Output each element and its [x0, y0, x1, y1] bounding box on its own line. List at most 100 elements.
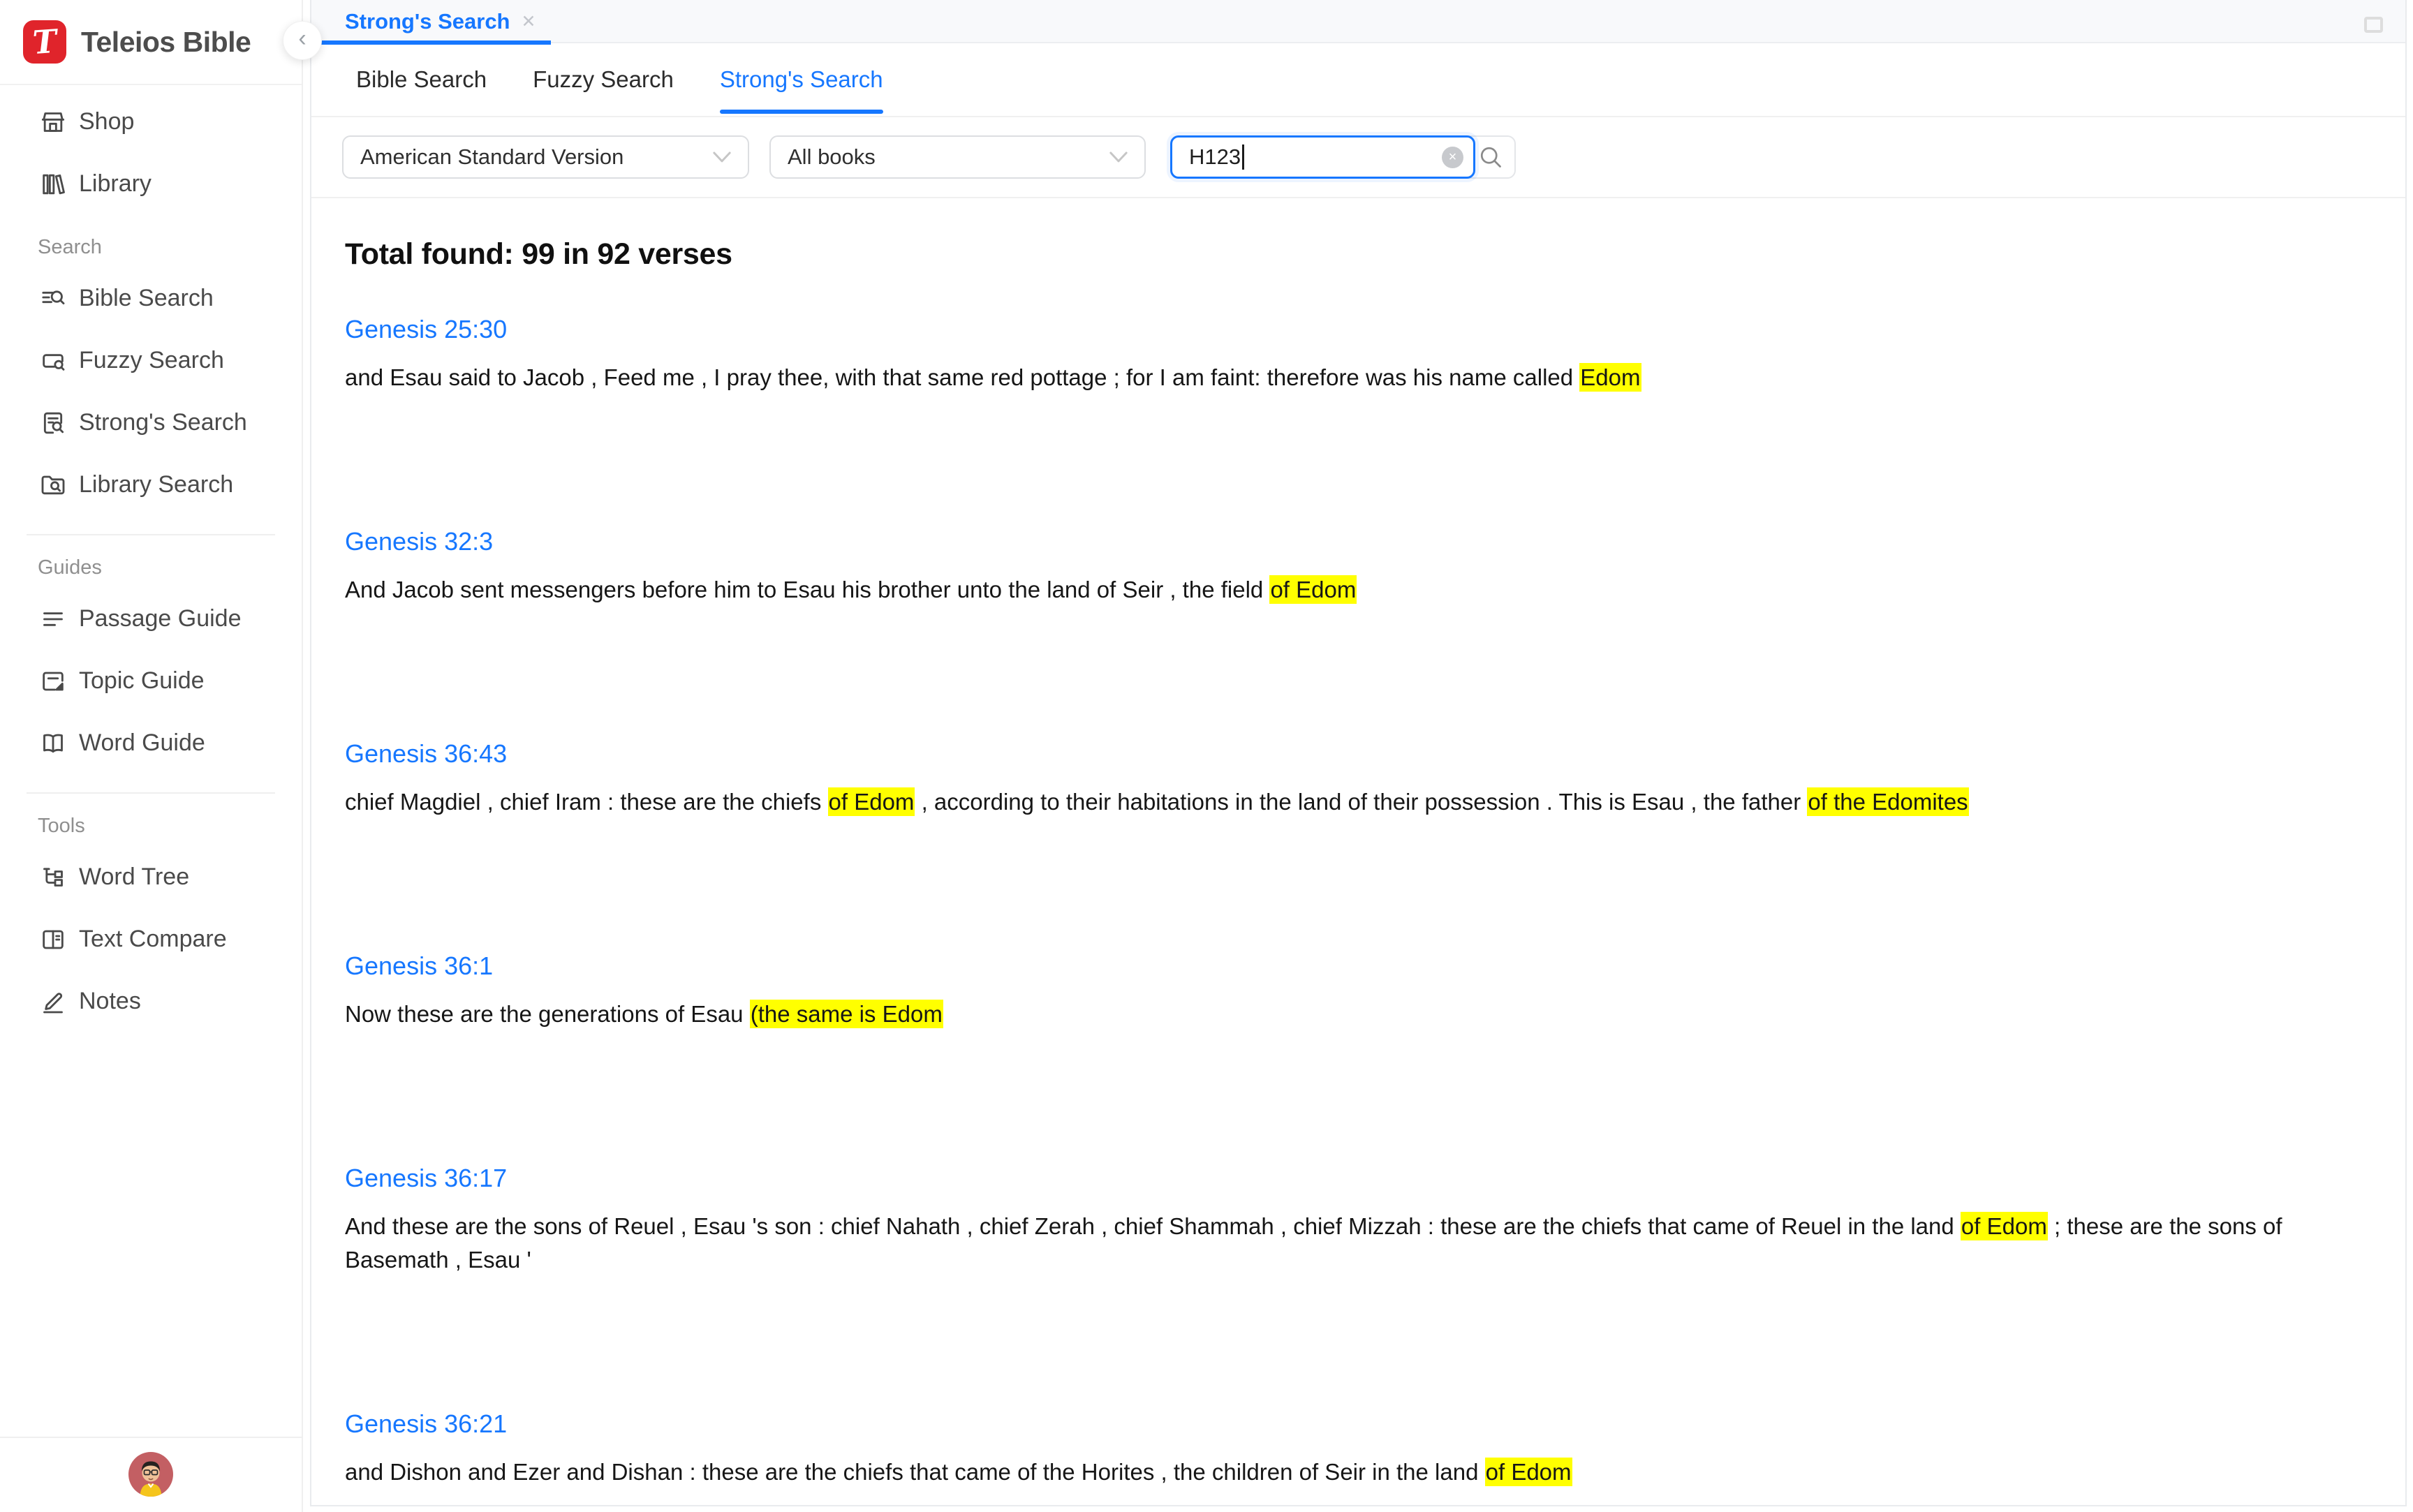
- sidebar-item-passage-guide[interactable]: Passage Guide: [0, 588, 302, 650]
- maximize-icon[interactable]: [2364, 17, 2383, 33]
- sidebar-section-label: Guides: [38, 556, 302, 579]
- chevron-down-icon: [1109, 151, 1128, 163]
- verse-text: and Dishon and Ezer and Dishan : these a…: [345, 1455, 2372, 1489]
- text-caret: [1242, 144, 1244, 170]
- version-select[interactable]: American Standard Version: [342, 135, 749, 179]
- word-tree-icon: [39, 864, 67, 891]
- sidebar-item-topic-guide[interactable]: Topic Guide: [0, 650, 302, 712]
- strongs-number-input[interactable]: H123 ×: [1170, 135, 1475, 179]
- sidebar-item-label: Library: [79, 170, 152, 198]
- tab-fuzzy-search[interactable]: Fuzzy Search: [533, 43, 674, 116]
- verse-text: And these are the sons of Reuel , Esau '…: [345, 1210, 2372, 1277]
- main-panel: Strong's Search ✕ Bible Search Fuzzy Sear…: [310, 0, 2407, 1506]
- search-result: Genesis 36:17 And these are the sons of R…: [345, 1164, 2372, 1277]
- verse-text: and Esau said to Jacob , Feed me , I pra…: [345, 361, 2372, 394]
- sidebar-item-label: Word Tree: [79, 864, 189, 891]
- highlighted-term: of Edom: [1485, 1458, 1572, 1486]
- sidebar-item-label: Word Guide: [79, 729, 205, 757]
- bible-search-icon: [39, 285, 67, 313]
- sidebar-item-label: Passage Guide: [79, 605, 242, 632]
- sidebar: T Teleios Bible Shop Library Search Bible S…: [0, 0, 303, 1512]
- verse-text: And Jacob sent messengers before him to …: [345, 573, 2372, 607]
- sidebar-item-label: Notes: [79, 988, 141, 1015]
- divider: [0, 1437, 302, 1438]
- verse-text-segment: And these are the sons of Reuel , Esau '…: [345, 1213, 1961, 1239]
- highlighted-term: of Edom: [828, 787, 915, 816]
- sidebar-item-label: Fuzzy Search: [79, 347, 224, 374]
- verse-text-segment: chief Magdiel , chief Iram : these are t…: [345, 789, 828, 815]
- search-result: Genesis 36:43 chief Magdiel , chief Iram …: [345, 739, 2372, 819]
- sidebar-collapse-button[interactable]: ‹: [283, 21, 322, 60]
- clear-input-icon[interactable]: ×: [1442, 147, 1463, 168]
- verse-text-segment: Now these are the generations of Esau: [345, 1001, 750, 1027]
- highlighted-term: of Edom: [1269, 575, 1357, 604]
- sidebar-item-bible-search[interactable]: Bible Search: [0, 267, 302, 329]
- verse-text: chief Magdiel , chief Iram : these are t…: [345, 785, 2372, 819]
- sidebar-item-label: Strong's Search: [79, 409, 247, 436]
- search-icon: [1478, 144, 1503, 170]
- chevron-down-icon: [713, 151, 731, 163]
- search-result: Genesis 36:21 and Dishon and Ezer and Dis…: [345, 1409, 2372, 1489]
- sidebar-item-library[interactable]: Library: [0, 153, 302, 215]
- workspace-tab-label: Strong's Search: [345, 9, 510, 34]
- verse-reference-link[interactable]: Genesis 25:30: [345, 315, 507, 344]
- passage-guide-icon: [39, 605, 67, 633]
- workspace-tab-strongs-search[interactable]: Strong's Search ✕: [311, 0, 551, 43]
- sidebar-footer: [0, 1437, 302, 1512]
- sidebar-item-word-guide[interactable]: Word Guide: [0, 712, 302, 774]
- tab-bible-search[interactable]: Bible Search: [356, 43, 487, 116]
- verse-text-segment: and Esau said to Jacob , Feed me , I pra…: [345, 364, 1579, 390]
- sidebar-item-text-compare[interactable]: Text Compare: [0, 908, 302, 970]
- verse-reference-link[interactable]: Genesis 36:17: [345, 1164, 507, 1193]
- verse-reference-link[interactable]: Genesis 36:43: [345, 739, 507, 769]
- app-title: Teleios Bible: [81, 26, 251, 59]
- sidebar-item-label: Text Compare: [79, 926, 227, 953]
- divider: [27, 792, 275, 794]
- topic-guide-icon: [39, 667, 67, 695]
- close-tab-icon[interactable]: ✕: [522, 11, 536, 32]
- results-list: Genesis 25:30 and Esau said to Jacob , Fe…: [345, 315, 2372, 1489]
- sidebar-item-word-tree[interactable]: Word Tree: [0, 846, 302, 908]
- sidebar-section-label: Tools: [38, 815, 302, 838]
- user-avatar[interactable]: [128, 1452, 173, 1497]
- tab-strong-s-search[interactable]: Strong's Search: [720, 43, 883, 116]
- text-compare-icon: [39, 926, 67, 954]
- results-area: Total found: 99 in 92 verses Genesis 25:…: [311, 198, 2405, 1489]
- sidebar-item-label: Shop: [79, 108, 134, 135]
- highlighted-term: (the same is Edom: [750, 1000, 943, 1028]
- sidebar-item-fuzzy-search[interactable]: Fuzzy Search: [0, 329, 302, 392]
- highlighted-term: Edom: [1579, 363, 1641, 392]
- sidebar-item-shop[interactable]: Shop: [0, 91, 302, 153]
- search-result: Genesis 36:1 Now these are the generation…: [345, 951, 2372, 1031]
- verse-text-segment: , according to their habitations in the …: [915, 789, 1807, 815]
- version-select-value: American Standard Version: [360, 144, 623, 170]
- verse-reference-link[interactable]: Genesis 36:1: [345, 951, 493, 981]
- sidebar-header: T Teleios Bible: [0, 0, 302, 85]
- input-value: H123: [1189, 144, 1241, 170]
- verse-text: Now these are the generations of Esau (t…: [345, 998, 2372, 1031]
- results-summary: Total found: 99 in 92 verses: [345, 237, 2372, 272]
- sidebar-item-label: Topic Guide: [79, 667, 205, 695]
- search-result: Genesis 32:3 And Jacob sent messengers be…: [345, 527, 2372, 607]
- sidebar-item-notes[interactable]: Notes: [0, 970, 302, 1032]
- verse-reference-link[interactable]: Genesis 36:21: [345, 1409, 507, 1439]
- verse-reference-link[interactable]: Genesis 32:3: [345, 527, 493, 556]
- books-select[interactable]: All books: [769, 135, 1146, 179]
- sidebar-item-strong-s-search[interactable]: Strong's Search: [0, 392, 302, 454]
- sidebar-section-label: Search: [38, 236, 302, 259]
- sidebar-item-library-search[interactable]: Library Search: [0, 454, 302, 516]
- workspace-tab-bar: Strong's Search ✕: [311, 0, 2405, 43]
- books-select-value: All books: [788, 144, 876, 170]
- sidebar-nav: Shop Library Search Bible Search Fuzzy Searc…: [0, 85, 302, 1032]
- library-icon: [39, 170, 67, 198]
- app-logo: T: [23, 20, 66, 64]
- word-guide-icon: [39, 729, 67, 757]
- search-toolbar: American Standard Version All books H123…: [311, 117, 2405, 198]
- verse-text-segment: and Dishon and Ezer and Dishan : these a…: [345, 1459, 1485, 1485]
- shop-icon: [39, 108, 67, 136]
- verse-text-segment: And Jacob sent messengers before him to …: [345, 577, 1269, 602]
- divider: [27, 534, 275, 535]
- avatar-illustration: [128, 1452, 173, 1497]
- search-result: Genesis 25:30 and Esau said to Jacob , Fe…: [345, 315, 2372, 394]
- strongs-search-icon: [39, 409, 67, 437]
